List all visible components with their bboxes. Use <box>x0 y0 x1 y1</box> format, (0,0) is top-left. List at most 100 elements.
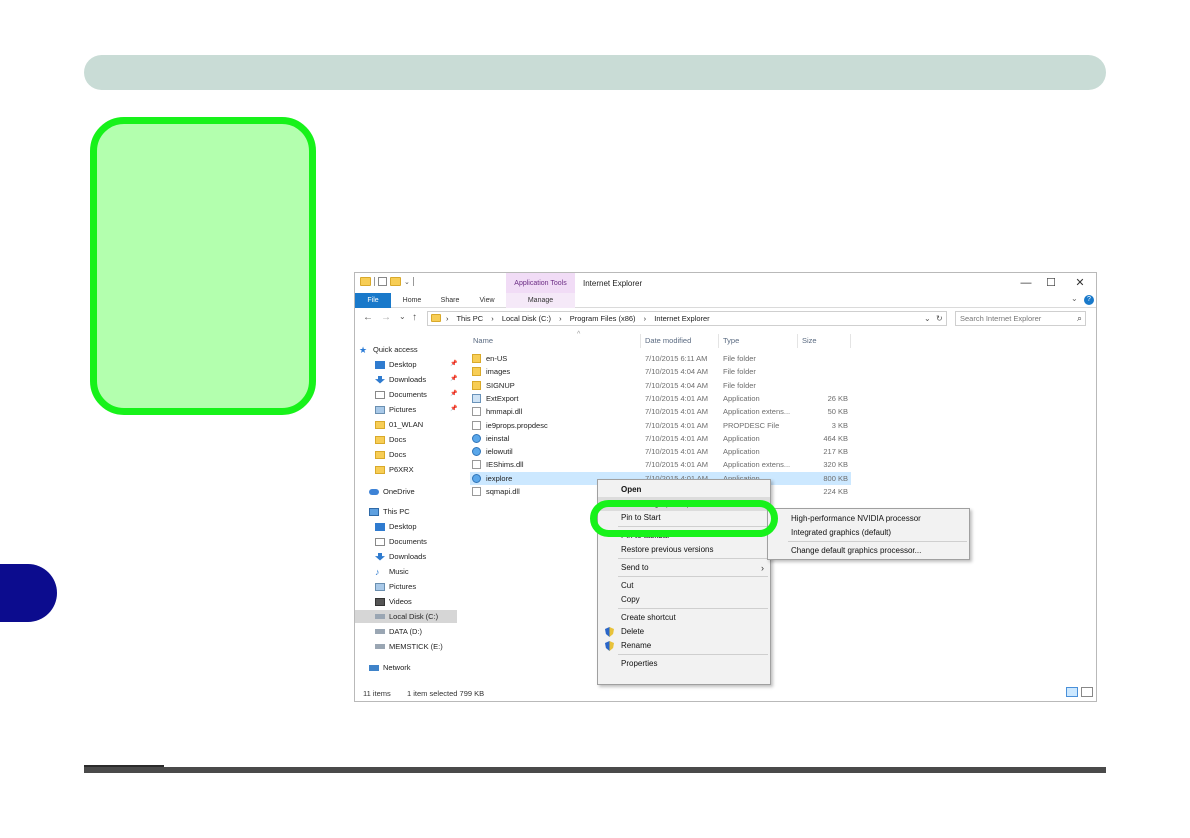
column-divider[interactable] <box>850 334 851 348</box>
pin-icon[interactable]: 📌 <box>450 390 457 397</box>
menu-separator <box>618 576 768 577</box>
nav-item-music[interactable]: ♪ Music <box>375 565 409 578</box>
file-row[interactable]: ielowutil 7/10/2015 4:01 AM Application 217… <box>470 445 851 458</box>
nav-item-videos[interactable]: Videos <box>375 595 412 608</box>
nav-item-documents[interactable]: Documents <box>375 535 427 548</box>
manual-page: ⌄ Application Tools Internet Explorer — … <box>0 0 1190 838</box>
menu-item-cut[interactable]: Cut <box>598 579 770 593</box>
nav-item-local-disk-c[interactable]: Local Disk (C:) <box>355 610 457 623</box>
file-row[interactable]: ExtExport 7/10/2015 4:01 AM Application 26 … <box>470 392 851 405</box>
menu-item-open[interactable]: Open <box>598 483 770 497</box>
breadcrumb-separator[interactable]: › <box>491 314 494 323</box>
close-button[interactable]: ✕ <box>1069 276 1091 290</box>
nav-item-downloads[interactable]: Downloads <box>375 550 426 563</box>
nav-item-label: 01_WLAN <box>389 420 424 429</box>
menu-item-delete[interactable]: Delete <box>598 625 770 639</box>
file-name: ieinstal <box>486 433 510 443</box>
tab-file[interactable]: File <box>355 293 391 308</box>
menu-item-create-shortcut[interactable]: Create shortcut <box>598 611 770 625</box>
nav-item-p6xrx[interactable]: P6XRX <box>375 463 414 476</box>
breadcrumb-this-pc[interactable]: This PC <box>456 314 483 323</box>
file-row[interactable]: images 7/10/2015 4:04 AM File folder <box>470 365 851 378</box>
breadcrumb-separator[interactable]: › <box>559 314 562 323</box>
nav-item-memstick-e[interactable]: MEMSTICK (E:) <box>375 640 443 653</box>
column-size[interactable]: Size <box>802 336 817 345</box>
up-button[interactable]: ↑ <box>412 312 417 323</box>
file-name: en-US <box>486 354 508 363</box>
nav-item-network[interactable]: Network <box>369 661 411 674</box>
nav-item-this-pc[interactable]: This PC <box>369 505 410 518</box>
search-input[interactable]: Search Internet Explorer ⌕ <box>955 311 1086 326</box>
forward-button[interactable]: → <box>381 312 391 323</box>
file-row[interactable]: IEShims.dll 7/10/2015 4:01 AM Application … <box>470 458 851 471</box>
pin-icon[interactable]: 📌 <box>450 405 457 412</box>
nav-item-docs[interactable]: Docs <box>375 448 406 461</box>
address-bar[interactable]: › This PC › Local Disk (C:) › Program Fi… <box>427 311 947 326</box>
toolbar-divider <box>412 277 414 286</box>
menu-item-rename[interactable]: Rename <box>598 639 770 653</box>
nav-item-pictures[interactable]: Pictures <box>375 580 416 593</box>
nav-item-data-d[interactable]: DATA (D:) <box>375 625 422 638</box>
refresh-icon[interactable]: ↻ <box>936 312 943 325</box>
nav-item-documents[interactable]: Documents <box>375 388 427 401</box>
menu-item-send-to[interactable]: Send to › <box>598 561 770 575</box>
onedrive-icon <box>369 488 379 495</box>
nav-item-onedrive[interactable]: OneDrive <box>369 485 415 498</box>
new-folder-icon[interactable] <box>390 277 401 286</box>
nav-item-pictures[interactable]: Pictures <box>375 403 416 416</box>
help-icon[interactable]: ? <box>1084 295 1094 305</box>
pin-icon[interactable]: 📌 <box>450 360 457 367</box>
file-row[interactable]: ie9props.propdesc 7/10/2015 4:01 AM PROPDE… <box>470 419 851 432</box>
file-name: SIGNUP <box>486 380 515 390</box>
nav-item-label: Documents <box>389 537 427 546</box>
tab-home[interactable]: Home <box>395 293 429 308</box>
menu-item-copy[interactable]: Copy <box>598 593 770 607</box>
nav-item-desktop[interactable]: Desktop <box>375 520 417 533</box>
tab-manage[interactable]: Manage <box>506 293 575 308</box>
desktop-icon <box>375 522 385 531</box>
large-icons-view-icon[interactable] <box>1081 687 1093 697</box>
nav-item-quick-access[interactable]: ★ Quick access <box>359 343 418 356</box>
details-view-icon[interactable] <box>1066 687 1078 697</box>
file-row[interactable]: ieinstal 7/10/2015 4:01 AM Application 464 … <box>470 432 851 445</box>
maximize-button[interactable]: ☐ <box>1040 276 1062 290</box>
breadcrumb-internet-explorer[interactable]: Internet Explorer <box>654 314 709 323</box>
menu-item-restore-previous-versions[interactable]: Restore previous versions <box>598 543 770 557</box>
submenu-item-change-default-graphics-processor[interactable]: Change default graphics processor... <box>768 544 969 558</box>
tab-share[interactable]: Share <box>433 293 467 308</box>
nav-item-desktop[interactable]: Desktop <box>375 358 417 371</box>
address-dropdown-icon[interactable]: ⌄ <box>924 312 931 325</box>
menu-item-label: Restore previous versions <box>621 545 714 554</box>
back-button[interactable]: ← <box>363 312 373 323</box>
breadcrumb-program-files[interactable]: Program Files (x86) <box>570 314 636 323</box>
ribbon-collapse-icon[interactable]: ⌄ <box>1071 294 1078 303</box>
properties-icon[interactable] <box>378 277 387 286</box>
breadcrumb-local-disk[interactable]: Local Disk (C:) <box>502 314 551 323</box>
nav-item-label: MEMSTICK (E:) <box>389 642 443 651</box>
submenu-item-high-performance-nvidia-processor[interactable]: High-performance NVIDIA processor <box>768 512 969 526</box>
pin-icon[interactable]: 📌 <box>450 375 457 382</box>
breadcrumb-separator[interactable]: › <box>644 314 647 323</box>
file-row[interactable]: SIGNUP 7/10/2015 4:04 AM File folder <box>470 379 851 392</box>
column-divider[interactable] <box>640 334 641 348</box>
file-row[interactable]: hmmapi.dll 7/10/2015 4:01 AM Application e… <box>470 405 851 418</box>
column-divider[interactable] <box>797 334 798 348</box>
tab-view[interactable]: View <box>471 293 503 308</box>
submenu-item-integrated-graphics-default[interactable]: Integrated graphics (default) <box>768 526 969 540</box>
minimize-button[interactable]: — <box>1015 276 1037 290</box>
column-name[interactable]: Name <box>473 336 493 345</box>
menu-item-properties[interactable]: Properties <box>598 657 770 671</box>
recent-locations-button[interactable]: ⌄ <box>399 312 406 321</box>
column-divider[interactable] <box>718 334 719 348</box>
nav-item-downloads[interactable]: Downloads <box>375 373 426 386</box>
column-date-modified[interactable]: Date modified <box>645 336 691 345</box>
column-type[interactable]: Type <box>723 336 739 345</box>
search-placeholder: Search Internet Explorer <box>960 314 1042 323</box>
search-icon[interactable]: ⌕ <box>1077 312 1082 325</box>
nav-item-docs[interactable]: Docs <box>375 433 406 446</box>
nav-item-01-wlan[interactable]: 01_WLAN <box>375 418 423 431</box>
nav-item-label: Documents <box>389 390 427 399</box>
file-row[interactable]: en-US 7/10/2015 6:11 AM File folder <box>470 352 851 365</box>
folder-icon[interactable] <box>360 277 371 286</box>
customize-qat-icon[interactable]: ⌄ <box>404 278 410 286</box>
